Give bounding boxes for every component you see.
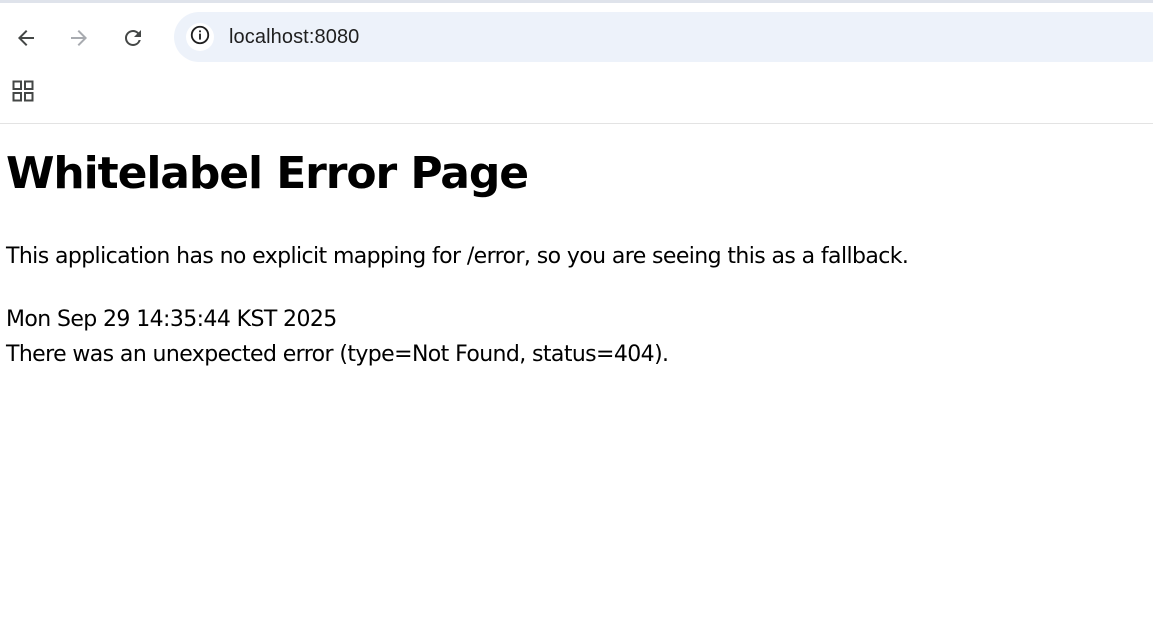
apps-button[interactable]: [10, 80, 36, 106]
reload-button[interactable]: [118, 23, 148, 53]
url-text[interactable]: localhost:8080: [229, 26, 359, 49]
site-info-button[interactable]: [186, 23, 214, 51]
error-description: This application has no explicit mapping…: [6, 244, 909, 269]
info-icon: [189, 24, 211, 50]
address-bar[interactable]: localhost:8080: [174, 12, 1153, 62]
page-title: Whitelabel Error Page: [6, 148, 529, 199]
arrow-left-icon: [14, 26, 38, 50]
back-button[interactable]: [11, 23, 41, 53]
forward-button[interactable]: [64, 23, 94, 53]
arrow-right-icon: [67, 26, 91, 50]
page-content: Whitelabel Error Page This application h…: [0, 124, 1153, 640]
error-message: There was an unexpected error (type=Not …: [6, 342, 669, 367]
bookmarks-bar: [0, 71, 1153, 124]
reload-icon: [121, 26, 145, 50]
apps-grid-icon: [11, 79, 35, 107]
browser-toolbar: localhost:8080: [0, 3, 1153, 71]
error-timestamp: Mon Sep 29 14:35:44 KST 2025: [6, 307, 337, 332]
error-details: Mon Sep 29 14:35:44 KST 2025 There was a…: [6, 302, 669, 372]
